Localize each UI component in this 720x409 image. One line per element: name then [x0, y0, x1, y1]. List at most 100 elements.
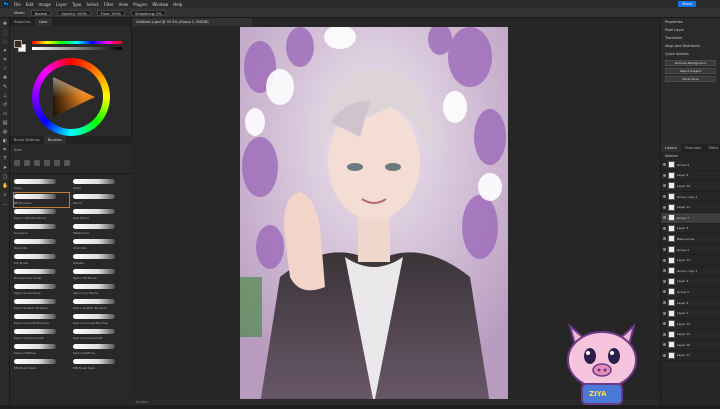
type-tool-icon[interactable]: T [2, 156, 8, 162]
menu-view[interactable]: View [119, 2, 129, 7]
lasso-tool-icon[interactable]: ◌ [2, 39, 8, 45]
layer-row[interactable]: Layer 3 [661, 224, 720, 235]
zoom-tool-icon[interactable]: ⌕ [2, 192, 8, 198]
brush-preset[interactable]: Kyle's Screentone [14, 283, 69, 297]
brush-preset[interactable]: Charcoal [73, 238, 128, 252]
layer-row[interactable]: Group 7 [661, 212, 720, 224]
brush-preset[interactable]: Kyle's Halftone [14, 343, 69, 357]
brush-preset[interactable]: Background brush [14, 268, 69, 282]
visibility-eye-icon[interactable] [663, 332, 666, 336]
share-button[interactable]: Share [678, 1, 696, 7]
visibility-eye-icon[interactable] [663, 343, 666, 347]
menu-file[interactable]: File [14, 2, 21, 7]
layer-row[interactable]: Layer 15 [661, 330, 720, 341]
brush-preset[interactable]: Kyle Pencil [73, 208, 128, 222]
brush-preset-icon[interactable] [64, 160, 70, 166]
healing-tool-icon[interactable]: ✚ [2, 75, 8, 81]
flow-field[interactable]: Flow: 100% [96, 9, 126, 16]
visibility-eye-icon[interactable] [663, 173, 666, 177]
visibility-eye-icon[interactable] [663, 353, 666, 357]
brightness-slider[interactable] [32, 47, 122, 50]
brush-preset[interactable]: Kyle's Spatter Brushes [14, 298, 69, 312]
brush-preset[interactable]: Gouache [14, 223, 69, 237]
brush-preset-icon[interactable] [34, 160, 40, 166]
shape-tool-icon[interactable]: ▢ [2, 174, 8, 180]
visibility-eye-icon[interactable] [663, 237, 666, 241]
brush-preset-icon[interactable] [54, 160, 60, 166]
menu-window[interactable]: Window [152, 2, 168, 7]
brush-preset[interactable]: Kyle's Dry Media [73, 283, 128, 297]
brush-preset[interactable]: Spiky [73, 178, 128, 192]
menu-edit[interactable]: Edit [26, 2, 34, 7]
more-tools-icon[interactable]: … [2, 201, 8, 207]
eraser-tool-icon[interactable]: ▭ [2, 111, 8, 117]
layer-row[interactable]: Layer 2 [661, 298, 720, 309]
brush-preset[interactable]: Kyle's Concept Brushes [73, 313, 128, 327]
menu-type[interactable]: Type [72, 2, 81, 7]
pen-tool-icon[interactable]: ✒ [2, 147, 8, 153]
layer-row[interactable]: Layer 13 [661, 255, 720, 266]
menu-help[interactable]: Help [173, 2, 182, 7]
layer-row[interactable]: Layer 4 [661, 277, 720, 288]
brush-preset[interactable]: Spiky [14, 178, 69, 192]
stamp-tool-icon[interactable]: ⊥ [2, 93, 8, 99]
foreground-color-swatch[interactable] [14, 40, 22, 48]
brush-preset[interactable]: Kyle's Impressionist [73, 328, 128, 342]
eyedropper-tool-icon[interactable]: ⁄ [2, 66, 8, 72]
history-brush-icon[interactable]: ↺ [2, 102, 8, 108]
brush-preset[interactable]: Spatter [73, 253, 128, 267]
layer-row[interactable]: Base Group [661, 234, 720, 245]
opacity-field[interactable]: Opacity: 100% [57, 9, 91, 16]
visibility-eye-icon[interactable] [663, 205, 666, 209]
layer-row[interactable]: Layer 1 [661, 308, 720, 319]
brush-preset[interactable]: Ink Brush [14, 253, 69, 267]
brush-preset-icon[interactable] [14, 160, 20, 166]
brush-preset[interactable]: MB Brush Pack [73, 358, 128, 372]
layer-row[interactable]: Group 5 [661, 287, 720, 298]
crop-tool-icon[interactable]: ⌗ [2, 57, 8, 63]
layer-row[interactable]: Layer 6 [661, 171, 720, 182]
brush-preset[interactable]: Pencil [73, 193, 128, 207]
brush-preset[interactable]: Watercolor [73, 223, 128, 237]
hand-tool-icon[interactable]: ✋ [2, 183, 8, 189]
path-select-icon[interactable]: ➤ [2, 165, 8, 171]
smoothing-field[interactable]: Smoothing: 0% [131, 9, 166, 16]
menu-filter[interactable]: Filter [104, 2, 114, 7]
brush-preset[interactable]: Kyle's Halftone [73, 343, 128, 357]
menu-layer[interactable]: Layer [56, 2, 67, 7]
layer-row[interactable]: Layer 11 [661, 202, 720, 213]
brush-preset-icon[interactable] [24, 160, 30, 166]
tab-layers[interactable]: Layers [661, 144, 681, 152]
brush-preset[interactable]: Kyle's Spatter Brushes [73, 298, 128, 312]
move-tool-icon[interactable]: ✥ [2, 21, 8, 27]
visibility-eye-icon[interactable] [663, 279, 666, 283]
brush-preset[interactable]: Real Oils [14, 238, 69, 252]
visibility-eye-icon[interactable] [663, 184, 666, 188]
blur-tool-icon[interactable]: ◍ [2, 129, 8, 135]
layer-row[interactable]: Group 9 [661, 160, 720, 171]
mode-select[interactable]: Normal [30, 9, 52, 16]
brush-preset[interactable]: Kyle's Ultimate Pencil [14, 208, 69, 222]
layer-row[interactable]: Group 2 [661, 245, 720, 256]
tab-brush-settings[interactable]: Brush Settings [10, 136, 44, 144]
blend-mode-select[interactable]: Normal [661, 152, 720, 160]
menu-image[interactable]: Image [38, 2, 51, 7]
layer-row[interactable]: Layer 14 [661, 319, 720, 330]
visibility-eye-icon[interactable] [663, 216, 666, 220]
brush-preset[interactable]: MB Brush Pack [14, 358, 69, 372]
transform-section[interactable]: Transform [661, 34, 720, 42]
artwork-canvas[interactable] [240, 27, 508, 404]
visibility-eye-icon[interactable] [663, 195, 666, 199]
layer-row[interactable]: Layer 10 [661, 181, 720, 192]
layer-row[interactable]: Layer 16 [661, 340, 720, 351]
visibility-eye-icon[interactable] [663, 322, 666, 326]
document-tab[interactable]: Untitled-1.psd @ 33.3% (Group 1, RGB/8) [132, 18, 252, 26]
visibility-eye-icon[interactable] [663, 258, 666, 262]
visibility-eye-icon[interactable] [663, 248, 666, 252]
gradient-tool-icon[interactable]: ▤ [2, 120, 8, 126]
tab-color[interactable]: Color [34, 18, 52, 26]
menu-plugins[interactable]: Plugins [133, 2, 147, 7]
visibility-eye-icon[interactable] [663, 301, 666, 305]
align-section[interactable]: Align and Distribute [661, 42, 720, 50]
brush-preset[interactable]: Kyle's Tilt Brush [73, 268, 128, 282]
